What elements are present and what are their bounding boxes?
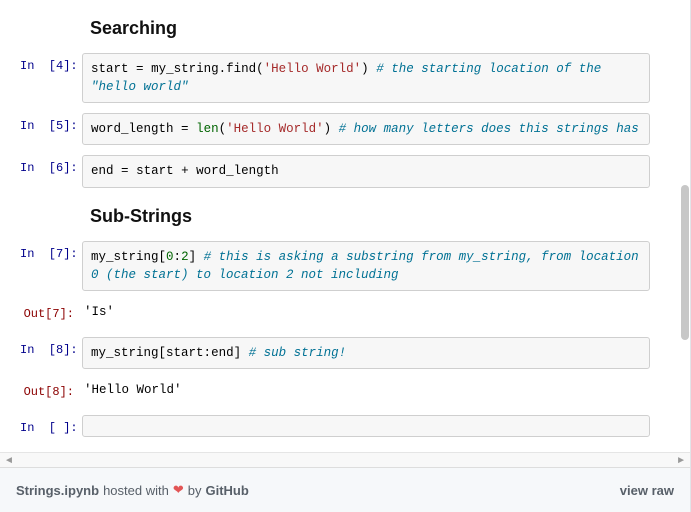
- code-in-7[interactable]: my_string[0:2] # this is asking a substr…: [82, 241, 650, 291]
- cell-out-8: Out[8]: 'Hello World': [0, 379, 680, 405]
- token-punc: ): [324, 122, 332, 136]
- output-7: 'Is': [82, 301, 650, 327]
- heading-searching: Searching: [90, 18, 680, 39]
- token-op: =: [136, 62, 144, 76]
- token-punc: ): [361, 62, 369, 76]
- token-string: 'Hello World': [264, 62, 362, 76]
- token-punc: :: [204, 346, 212, 360]
- token-string: 'Hello World': [226, 122, 324, 136]
- token-number: 0: [166, 250, 174, 264]
- token-var: my_string: [151, 62, 219, 76]
- token-var: start: [166, 346, 204, 360]
- token-var: word_length: [196, 164, 279, 178]
- cell-in-empty: In [ ]:: [0, 415, 680, 437]
- filename-link[interactable]: Strings.ipynb: [16, 483, 99, 498]
- token-number: 2: [181, 250, 189, 264]
- vertical-scrollbar[interactable]: [681, 185, 689, 340]
- prompt-out-7: Out[7]:: [20, 301, 82, 321]
- token-punc: .: [219, 62, 227, 76]
- token-var: my_string: [91, 346, 159, 360]
- token-var: start: [91, 62, 129, 76]
- footer-text: hosted with: [103, 483, 169, 498]
- cell-in-6: In [6]: end = start + word_length: [0, 155, 680, 187]
- prompt-in-7: In [7]:: [20, 241, 82, 261]
- token-var: my_string: [91, 250, 159, 264]
- token-punc: (: [256, 62, 264, 76]
- token-var: end: [211, 346, 234, 360]
- token-comment: # how many letters does this strings has: [339, 122, 639, 136]
- prompt-in-empty: In [ ]:: [20, 415, 82, 435]
- token-op: =: [181, 122, 189, 136]
- token-punc: ]: [234, 346, 242, 360]
- output-8: 'Hello World': [82, 379, 650, 405]
- cell-in-5: In [5]: word_length = len('Hello World')…: [0, 113, 680, 145]
- token-punc: [: [159, 346, 167, 360]
- scroll-left-icon[interactable]: ◄: [4, 455, 14, 466]
- token-builtin: len: [196, 122, 219, 136]
- cell-in-4: In [4]: start = my_string.find('Hello Wo…: [0, 53, 680, 103]
- token-op: =: [121, 164, 129, 178]
- cell-out-7: Out[7]: 'Is': [0, 301, 680, 327]
- scroll-right-icon[interactable]: ►: [676, 455, 686, 466]
- notebook-viewport: Searching In [4]: start = my_string.find…: [0, 0, 691, 512]
- cell-in-8: In [8]: my_string[start:end] # sub strin…: [0, 337, 680, 369]
- prompt-in-5: In [5]:: [20, 113, 82, 133]
- token-punc: [: [159, 250, 167, 264]
- footer-text: by: [188, 483, 202, 498]
- token-var: end: [91, 164, 114, 178]
- prompt-in-6: In [6]:: [20, 155, 82, 175]
- code-in-4[interactable]: start = my_string.find('Hello World') # …: [82, 53, 650, 103]
- prompt-in-8: In [8]:: [20, 337, 82, 357]
- github-link[interactable]: GitHub: [205, 483, 248, 498]
- view-raw-link[interactable]: view raw: [620, 483, 674, 498]
- token-punc: :: [174, 250, 182, 264]
- footer-left: Strings.ipynb hosted with ❤ by GitHub: [16, 482, 249, 498]
- token-punc: ]: [189, 250, 197, 264]
- heading-substrings: Sub-Strings: [90, 206, 680, 227]
- code-in-8[interactable]: my_string[start:end] # sub string!: [82, 337, 650, 369]
- code-in-5[interactable]: word_length = len('Hello World') # how m…: [82, 113, 650, 145]
- cell-in-7: In [7]: my_string[0:2] # this is asking …: [0, 241, 680, 291]
- token-var: word_length: [91, 122, 174, 136]
- prompt-in-4: In [4]:: [20, 53, 82, 73]
- code-in-empty[interactable]: [82, 415, 650, 437]
- code-in-6[interactable]: end = start + word_length: [82, 155, 650, 187]
- token-method: find: [226, 62, 256, 76]
- horizontal-scrollbar[interactable]: ◄ ►: [0, 452, 690, 467]
- token-comment: # sub string!: [249, 346, 347, 360]
- token-punc: (: [219, 122, 227, 136]
- gist-footer: Strings.ipynb hosted with ❤ by GitHub vi…: [0, 467, 690, 512]
- token-op: +: [181, 164, 189, 178]
- token-var: start: [136, 164, 174, 178]
- prompt-out-8: Out[8]:: [20, 379, 82, 399]
- heart-icon: ❤: [173, 482, 184, 498]
- notebook-body: Searching In [4]: start = my_string.find…: [0, 0, 690, 452]
